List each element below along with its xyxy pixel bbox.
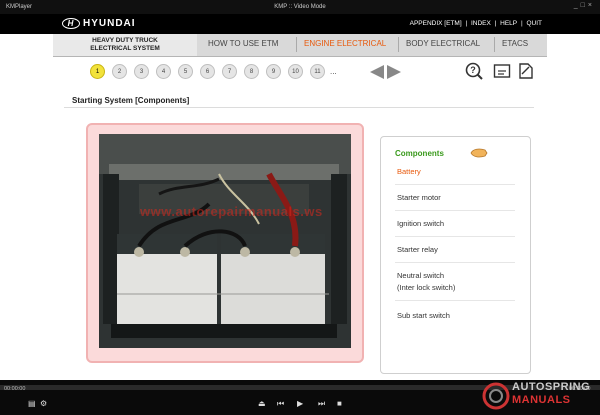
link-help[interactable]: HELP (500, 20, 517, 27)
document-icon[interactable] (517, 62, 535, 80)
tab-divider (398, 37, 399, 52)
svg-text:?: ? (470, 65, 476, 75)
main-navbar: HEAVY DUTY TRUCK ELECTRICAL SYSTEM HOW T… (53, 34, 547, 57)
battery-illustration (99, 134, 351, 348)
window-controls[interactable]: _□× (574, 2, 595, 9)
component-ignition-switch[interactable]: Ignition switch (397, 218, 444, 230)
tab-engine-electrical[interactable]: ENGINE ELECTRICAL (304, 39, 386, 48)
page-button-9[interactable]: 9 (266, 64, 281, 79)
settings-gear-icon[interactable]: ⚙ (40, 399, 47, 408)
hyundai-emblem-icon: H (62, 18, 80, 29)
video-screen: H HYUNDAI APPENDIX [ETM] | INDEX | HELP |… (0, 14, 600, 380)
help-question-icon[interactable]: ? (465, 62, 483, 80)
page-button-4[interactable]: 4 (156, 64, 171, 79)
page-button-7[interactable]: 7 (222, 64, 237, 79)
product-line2: ELECTRICAL SYSTEM (90, 45, 160, 52)
list-divider (395, 210, 515, 211)
list-divider (395, 262, 515, 263)
autospring-emblem-icon (482, 382, 510, 410)
page-button-10[interactable]: 10 (288, 64, 303, 79)
link-separator: | (465, 20, 468, 27)
component-battery[interactable]: Battery (397, 166, 421, 178)
maximize-icon[interactable]: □ (581, 2, 588, 9)
page-button-1[interactable]: 1 (90, 64, 105, 79)
minimize-icon[interactable]: _ (574, 2, 581, 9)
hyundai-logo: H HYUNDAI (62, 18, 136, 29)
page-button-5[interactable]: 5 (178, 64, 193, 79)
title-divider (64, 107, 534, 108)
product-line1: HEAVY DUTY TRUCK (92, 37, 158, 44)
page-button-6[interactable]: 6 (200, 64, 215, 79)
brand-line1: AUTOSPRING (512, 381, 591, 393)
components-heading: Components (395, 149, 444, 158)
time-elapsed: 00:00:00 (4, 386, 26, 392)
list-divider (395, 300, 515, 301)
link-index[interactable]: INDEX (471, 20, 491, 27)
page-button-8[interactable]: 8 (244, 64, 259, 79)
next-arrow-icon[interactable] (387, 65, 401, 79)
eject-icon[interactable]: ⏏ (258, 399, 266, 408)
tab-how-to-use-etm[interactable]: HOW TO USE ETM (208, 39, 278, 48)
brand-line2: MANUALS (512, 394, 571, 406)
list-divider (395, 236, 515, 237)
tab-etacs[interactable]: ETACS (502, 39, 528, 48)
play-icon[interactable]: ▶ (297, 399, 303, 408)
battery-photo (99, 134, 351, 348)
components-panel: Components Battery Starter motor Ignitio… (380, 136, 531, 374)
product-label: HEAVY DUTY TRUCK ELECTRICAL SYSTEM (53, 34, 197, 56)
tab-divider (296, 37, 297, 52)
next-icon[interactable]: ⏭ (318, 399, 325, 409)
neutral-switch-label: Neutral switch (397, 271, 445, 280)
page-button-2[interactable]: 2 (112, 64, 127, 79)
player-controls: 00:00:00 00:00:00 ▤ ⚙ ⏏ ⏮ ▶ ⏭ ■ AUTOSPRI… (0, 380, 600, 415)
etm-topbar: H HYUNDAI APPENDIX [ETM] | INDEX | HELP |… (0, 14, 600, 34)
component-neutral-switch[interactable]: Neutral switch (Inter lock switch) (397, 270, 455, 294)
stop-icon[interactable]: ■ (337, 399, 342, 408)
watermark-text: www.autorepairmanuals.ws (140, 204, 323, 219)
pointing-hand-icon (470, 148, 488, 158)
prev-arrow-icon[interactable] (370, 65, 384, 79)
link-separator: | (520, 20, 523, 27)
list-divider (395, 184, 515, 185)
logo-text: HYUNDAI (83, 18, 136, 30)
page-button-11[interactable]: 11 (310, 64, 325, 79)
screen-view-icon[interactable] (493, 62, 511, 80)
playlist-icon[interactable]: ▤ (28, 399, 36, 408)
link-separator: | (494, 20, 497, 27)
autospring-watermark-logo: AUTOSPRING MANUALS (478, 380, 600, 415)
component-sub-start-switch[interactable]: Sub start switch (397, 310, 450, 322)
top-links: APPENDIX [ETM] | INDEX | HELP | QUIT (409, 20, 543, 27)
component-starter-motor[interactable]: Starter motor (397, 192, 441, 204)
page-title: Starting System [Components] (72, 96, 190, 105)
link-quit[interactable]: QUIT (526, 20, 542, 27)
tab-body-electrical[interactable]: BODY ELECTRICAL (406, 39, 480, 48)
player-titlebar: KMPlayer KMP :: Video Mode _□× (0, 0, 600, 14)
component-starter-relay[interactable]: Starter relay (397, 244, 438, 256)
page-button-3[interactable]: 3 (134, 64, 149, 79)
tab-divider (494, 37, 495, 52)
window-title: KMP :: Video Mode (274, 4, 326, 10)
link-appendix[interactable]: APPENDIX [ETM] (410, 20, 462, 27)
neutral-switch-sublabel: (Inter lock switch) (397, 283, 456, 292)
close-icon[interactable]: × (588, 2, 595, 9)
previous-icon[interactable]: ⏮ (277, 399, 284, 409)
pager-more[interactable]: ... (330, 67, 337, 76)
